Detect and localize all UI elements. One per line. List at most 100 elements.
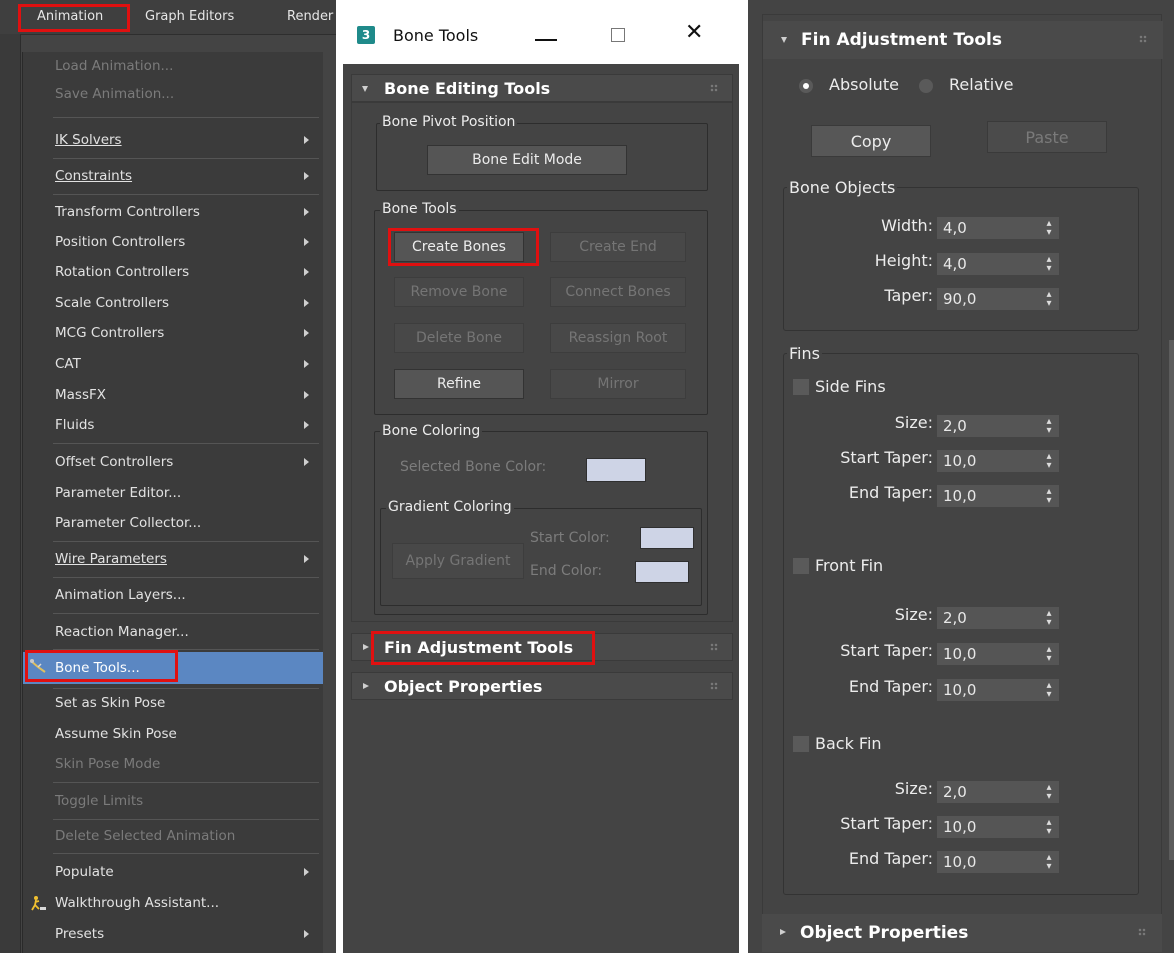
- paste-button[interactable]: Paste: [987, 121, 1107, 153]
- selected-bone-color-label: Selected Bone Color:: [400, 459, 547, 475]
- menu-item-delete-selected-animation[interactable]: Delete Selected Animation: [23, 822, 323, 850]
- menu-item-toggle-limits[interactable]: Toggle Limits: [23, 787, 323, 815]
- app-logo-icon: 3: [357, 26, 375, 44]
- side-start-taper-label: Start Taper:: [840, 448, 933, 467]
- spinner-arrows-icon[interactable]: ▴ ▾: [1045, 255, 1053, 274]
- back-size-spinner[interactable]: 2,0 ▴ ▾: [937, 781, 1059, 803]
- back-start-taper-spinner[interactable]: 10,0 ▴ ▾: [937, 816, 1059, 838]
- submenu-arrow-icon: [304, 555, 309, 563]
- mirror-button[interactable]: Mirror: [550, 369, 686, 399]
- copy-button[interactable]: Copy: [811, 125, 931, 157]
- taper-spinner[interactable]: 90,0 ▴ ▾: [937, 288, 1059, 310]
- menu-item-constraints[interactable]: Constraints: [23, 162, 323, 190]
- menu-graph-editors[interactable]: Graph Editors: [145, 9, 234, 24]
- submenu-arrow-icon: [304, 238, 309, 246]
- menu-item-save-animation[interactable]: Save Animation...: [23, 80, 323, 108]
- window-title: Bone Tools: [393, 26, 479, 45]
- relative-radio[interactable]: [919, 79, 933, 93]
- side-end-taper-spinner[interactable]: 10,0 ▴ ▾: [937, 485, 1059, 507]
- menu-item-animation-layers[interactable]: Animation Layers...: [23, 581, 323, 609]
- rollout-object-properties[interactable]: Object Properties: [351, 672, 733, 700]
- spinner-arrows-icon[interactable]: ▴ ▾: [1045, 290, 1053, 309]
- menu-item-offset-controllers[interactable]: Offset Controllers: [23, 448, 323, 476]
- menu-item-scale-controllers[interactable]: Scale Controllers: [23, 289, 323, 317]
- back-size-label: Size:: [894, 779, 933, 798]
- back-end-taper-label: End Taper:: [848, 849, 933, 868]
- left-toolstrip: [0, 34, 21, 953]
- menu-separator: [53, 853, 319, 854]
- rollout-object-properties[interactable]: Object Properties: [762, 914, 1162, 952]
- spinner-arrows-icon[interactable]: ▴ ▾: [1045, 853, 1053, 872]
- end-color-swatch[interactable]: [635, 561, 689, 583]
- menu-separator: [53, 782, 319, 783]
- scrollbar[interactable]: [1169, 340, 1174, 860]
- menu-item-position-controllers[interactable]: Position Controllers: [23, 228, 323, 256]
- selected-bone-color-swatch[interactable]: [586, 458, 646, 482]
- back-end-taper-spinner[interactable]: 10,0 ▴ ▾: [937, 851, 1059, 873]
- maximize-icon[interactable]: [611, 28, 625, 42]
- spinner-arrows-icon[interactable]: ▴ ▾: [1045, 783, 1053, 802]
- group-label: Bone Pivot Position: [380, 114, 518, 130]
- apply-gradient-button[interactable]: Apply Gradient: [392, 543, 524, 579]
- menu-item-mcg-controllers[interactable]: MCG Controllers: [23, 319, 323, 347]
- width-spinner[interactable]: 4,0 ▴ ▾: [937, 217, 1059, 239]
- connect-bones-button[interactable]: Connect Bones: [550, 277, 686, 307]
- reassign-root-button[interactable]: Reassign Root: [550, 323, 686, 353]
- side-start-taper-spinner[interactable]: 10,0 ▴ ▾: [937, 450, 1059, 472]
- back-fin-checkbox[interactable]: [793, 736, 809, 752]
- bone-edit-mode-button[interactable]: Bone Edit Mode: [427, 145, 627, 175]
- spinner-arrows-icon[interactable]: ▴ ▾: [1045, 818, 1053, 837]
- refine-button[interactable]: Refine: [394, 369, 524, 399]
- submenu-arrow-icon: [304, 299, 309, 307]
- spinner-arrows-icon[interactable]: ▴ ▾: [1045, 219, 1053, 238]
- menu-item-load-animation[interactable]: Load Animation...: [23, 52, 323, 80]
- spinner-arrows-icon[interactable]: ▴ ▾: [1045, 417, 1053, 436]
- animation-menu-panel: Animation Graph Editors Render Load Anim…: [0, 0, 336, 953]
- spinner-arrows-icon[interactable]: ▴ ▾: [1045, 645, 1053, 664]
- menu-item-reaction-manager[interactable]: Reaction Manager...: [23, 618, 323, 646]
- rollout-bone-editing-tools[interactable]: Bone Editing Tools: [351, 74, 733, 102]
- create-end-button[interactable]: Create End: [550, 232, 686, 262]
- spinner-arrows-icon[interactable]: ▴ ▾: [1045, 452, 1053, 471]
- start-color-swatch[interactable]: [640, 527, 694, 549]
- menu-item-assume-skin-pose[interactable]: Assume Skin Pose: [23, 720, 323, 748]
- menu-item-parameter-collector[interactable]: Parameter Collector...: [23, 509, 323, 537]
- menu-item-cat[interactable]: CAT: [23, 350, 323, 378]
- menu-item-parameter-editor[interactable]: Parameter Editor...: [23, 479, 323, 507]
- group-label: Gradient Coloring: [386, 499, 514, 515]
- height-label: Height:: [874, 251, 933, 270]
- side-fins-checkbox[interactable]: [793, 379, 809, 395]
- menu-item-set-skin-pose[interactable]: Set as Skin Pose: [23, 689, 323, 717]
- rollout-title: Object Properties: [384, 677, 543, 696]
- menu-item-walkthrough-assistant[interactable]: Walkthrough Assistant...: [23, 889, 323, 917]
- front-start-taper-spinner[interactable]: 10,0 ▴ ▾: [937, 643, 1059, 665]
- delete-bone-button[interactable]: Delete Bone: [394, 323, 524, 353]
- menu-item-populate[interactable]: Populate: [23, 858, 323, 886]
- front-end-taper-spinner[interactable]: 10,0 ▴ ▾: [937, 679, 1059, 701]
- menu-render[interactable]: Render: [287, 9, 333, 24]
- front-fin-checkbox[interactable]: [793, 558, 809, 574]
- rollout-fin-adjustment-tools[interactable]: Fin Adjustment Tools: [763, 21, 1163, 59]
- height-spinner[interactable]: 4,0 ▴ ▾: [937, 253, 1059, 275]
- menu-item-fluids[interactable]: Fluids: [23, 411, 323, 439]
- absolute-radio[interactable]: [799, 79, 813, 93]
- menu-separator: [53, 577, 319, 578]
- spinner-arrows-icon[interactable]: ▴ ▾: [1045, 487, 1053, 506]
- spinner-arrows-icon[interactable]: ▴ ▾: [1045, 681, 1053, 700]
- menu-item-ik-solvers[interactable]: IK Solvers: [23, 126, 323, 154]
- front-size-spinner[interactable]: 2,0 ▴ ▾: [937, 607, 1059, 629]
- rollout-title: Bone Editing Tools: [384, 79, 551, 98]
- menu-separator: [53, 158, 319, 159]
- minimize-icon[interactable]: [535, 39, 557, 41]
- menu-separator: [53, 819, 319, 820]
- remove-bone-button[interactable]: Remove Bone: [394, 277, 524, 307]
- menu-item-massfx[interactable]: MassFX: [23, 381, 323, 409]
- menu-item-rotation-controllers[interactable]: Rotation Controllers: [23, 258, 323, 286]
- menu-item-skin-pose-mode[interactable]: Skin Pose Mode: [23, 750, 323, 778]
- spinner-arrows-icon[interactable]: ▴ ▾: [1045, 609, 1053, 628]
- menu-item-transform-controllers[interactable]: Transform Controllers: [23, 198, 323, 226]
- side-size-spinner[interactable]: 2,0 ▴ ▾: [937, 415, 1059, 437]
- menu-item-presets[interactable]: Presets: [23, 920, 323, 948]
- menu-item-wire-parameters[interactable]: Wire Parameters: [23, 545, 323, 573]
- close-icon[interactable]: ✕: [685, 20, 703, 45]
